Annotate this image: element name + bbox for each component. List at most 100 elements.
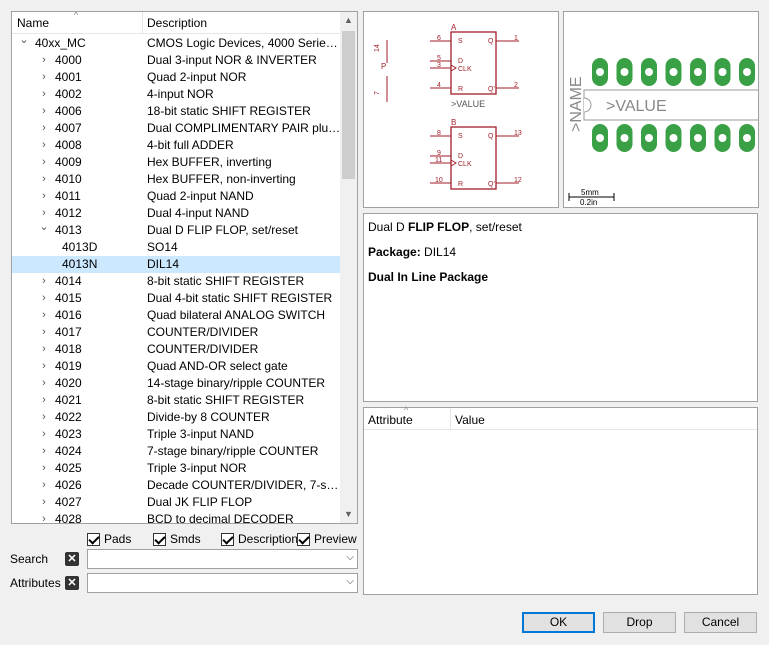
tree-row[interactable]: › 4001 Quad 2-input NOR: [12, 69, 342, 86]
clear-search-icon[interactable]: ✕: [65, 552, 79, 566]
scroll-thumb[interactable]: [342, 31, 355, 179]
tree-row-name: 4022: [55, 410, 82, 424]
chevron-right-icon[interactable]: ›: [38, 273, 50, 290]
tree-row[interactable]: 4013N DIL14: [12, 256, 342, 273]
tree-row[interactable]: › 4010 Hex BUFFER, non-inverting: [12, 171, 342, 188]
tree-row[interactable]: › 4018 COUNTER/DIVIDER: [12, 341, 342, 358]
tree-row[interactable]: › 4017 COUNTER/DIVIDER: [12, 324, 342, 341]
tree-row[interactable]: ⌄ 4013 Dual D FLIP FLOP, set/reset: [12, 219, 342, 239]
sort-arrow-icon: ^: [74, 11, 79, 20]
smds-checkbox[interactable]: Smds: [153, 531, 201, 547]
tree-row[interactable]: › 4002 4-input NOR: [12, 86, 342, 103]
tree-row[interactable]: › 4021 8-bit static SHIFT REGISTER: [12, 392, 342, 409]
tree-row-description: Hex BUFFER, non-inverting: [147, 172, 296, 186]
description-checkbox[interactable]: Description: [221, 531, 298, 547]
chevron-right-icon[interactable]: ›: [38, 290, 50, 307]
tree-row[interactable]: › 4007 Dual COMPLIMENTARY PAIR plus...: [12, 120, 342, 137]
checkbox-checked-icon[interactable]: [153, 532, 166, 546]
pin-qn-label: Q': [488, 181, 495, 188]
tree-row[interactable]: › 4008 4-bit full ADDER: [12, 137, 342, 154]
tree-row-name: 4015: [55, 291, 82, 305]
chevron-right-icon[interactable]: ›: [38, 324, 50, 341]
tree-row-description: 8-bit static SHIFT REGISTER: [147, 393, 305, 407]
tree-row[interactable]: › 4009 Hex BUFFER, inverting: [12, 154, 342, 171]
chevron-right-icon[interactable]: ›: [38, 52, 50, 69]
chevron-down-icon[interactable]: ⌵: [346, 576, 354, 587]
chevron-right-icon[interactable]: ›: [38, 460, 50, 477]
chevron-right-icon[interactable]: ›: [38, 86, 50, 103]
chevron-right-icon[interactable]: ›: [38, 188, 50, 205]
column-header-description[interactable]: Description: [142, 12, 342, 34]
checkbox-checked-icon[interactable]: [221, 532, 234, 546]
chevron-right-icon[interactable]: ›: [38, 154, 50, 171]
chevron-right-icon[interactable]: ›: [38, 511, 50, 523]
tree-row-name: 4019: [55, 359, 82, 373]
pin-number: 13: [514, 130, 522, 137]
chevron-down-icon[interactable]: ⌄: [38, 219, 50, 236]
tree-row-name: 4006: [55, 104, 82, 118]
tree-row[interactable]: › 4020 14-stage binary/ripple COUNTER: [12, 375, 342, 392]
tree-row-name: 4011: [55, 189, 81, 203]
tree-row[interactable]: › 4000 Dual 3-input NOR & INVERTER: [12, 52, 342, 69]
scroll-up-icon[interactable]: ▲: [340, 12, 357, 29]
checkbox-checked-icon[interactable]: [297, 532, 310, 546]
tree-row-name: 4013N: [62, 257, 98, 271]
chevron-right-icon[interactable]: ›: [38, 341, 50, 358]
drop-button[interactable]: Drop: [603, 612, 676, 633]
tree-row[interactable]: › 4022 Divide-by 8 COUNTER: [12, 409, 342, 426]
chevron-right-icon[interactable]: ›: [38, 103, 50, 120]
preview-checkbox[interactable]: Preview: [297, 531, 357, 547]
chevron-right-icon[interactable]: ›: [38, 375, 50, 392]
search-input[interactable]: ⌵: [87, 549, 358, 569]
chevron-down-icon[interactable]: ⌄: [18, 32, 30, 49]
tree-row-name: 4018: [55, 342, 82, 356]
tree-row[interactable]: › 4006 18-bit static SHIFT REGISTER: [12, 103, 342, 120]
chevron-right-icon[interactable]: ›: [38, 120, 50, 137]
chevron-right-icon[interactable]: ›: [38, 171, 50, 188]
chevron-right-icon[interactable]: ›: [38, 137, 50, 154]
attributes-table[interactable]: ^ Attribute Value: [363, 405, 758, 595]
footprint-drawing: >NAME >VALUE 5mm 0.2in: [568, 58, 758, 207]
tree-row[interactable]: › 4019 Quad AND-OR select gate: [12, 358, 342, 375]
tree-row[interactable]: › 4023 Triple 3-input NAND: [12, 426, 342, 443]
chevron-right-icon[interactable]: ›: [38, 358, 50, 375]
cancel-button[interactable]: Cancel: [684, 612, 757, 633]
chevron-right-icon[interactable]: ›: [38, 409, 50, 426]
tree-row[interactable]: › 4014 8-bit static SHIFT REGISTER: [12, 273, 342, 290]
tree-row[interactable]: › 4016 Quad bilateral ANALOG SWITCH: [12, 307, 342, 324]
chevron-right-icon[interactable]: ›: [38, 426, 50, 443]
tree-row[interactable]: › 4025 Triple 3-input NOR: [12, 460, 342, 477]
column-header-name[interactable]: Name: [12, 12, 146, 34]
tree-row[interactable]: 4013D SO14: [12, 239, 342, 256]
attributes-input[interactable]: ⌵: [87, 573, 358, 593]
tree-row[interactable]: › 4024 7-stage binary/ripple COUNTER: [12, 443, 342, 460]
chevron-right-icon[interactable]: ›: [38, 307, 50, 324]
tree-row-description: 8-bit static SHIFT REGISTER: [147, 274, 305, 288]
tree-row-description: 18-bit static SHIFT REGISTER: [147, 104, 311, 118]
chevron-down-icon[interactable]: ⌵: [346, 552, 354, 563]
chevron-right-icon[interactable]: ›: [38, 443, 50, 460]
ok-button[interactable]: OK: [522, 612, 595, 633]
column-header-attribute[interactable]: Attribute: [368, 413, 413, 427]
tree-row[interactable]: › 4027 Dual JK FLIP FLOP: [12, 494, 342, 511]
tree-row[interactable]: ⌄ 40xx_MC CMOS Logic Devices, 4000 Series …: [12, 32, 342, 52]
tree-scrollbar[interactable]: ▲ ▼: [340, 12, 357, 523]
clear-attributes-icon[interactable]: ✕: [65, 576, 79, 590]
tree-row[interactable]: › 4015 Dual 4-bit static SHIFT REGISTER: [12, 290, 342, 307]
column-divider[interactable]: [450, 408, 451, 430]
chevron-right-icon[interactable]: ›: [38, 392, 50, 409]
chevron-right-icon[interactable]: ›: [38, 494, 50, 511]
checkbox-checked-icon[interactable]: [87, 532, 100, 546]
pads-checkbox[interactable]: Pads: [87, 531, 131, 547]
tree-row[interactable]: › 4011 Quad 2-input NAND: [12, 188, 342, 205]
scroll-down-icon[interactable]: ▼: [340, 506, 357, 523]
attributes-header: ^ Attribute Value: [364, 405, 757, 430]
drill-hole: [596, 134, 604, 142]
tree-row[interactable]: › 4012 Dual 4-input NAND: [12, 205, 342, 222]
column-header-value[interactable]: Value: [455, 413, 485, 427]
part-tree[interactable]: Name ^ Description ⌄ 40xx_MC CMOS Logic De…: [11, 11, 358, 524]
chevron-right-icon[interactable]: ›: [38, 69, 50, 86]
tree-row[interactable]: › 4026 Decade COUNTER/DIVIDER, 7-seg....: [12, 477, 342, 494]
chevron-right-icon[interactable]: ›: [38, 477, 50, 494]
tree-row[interactable]: › 4028 BCD to decimal DECODER: [12, 511, 342, 523]
